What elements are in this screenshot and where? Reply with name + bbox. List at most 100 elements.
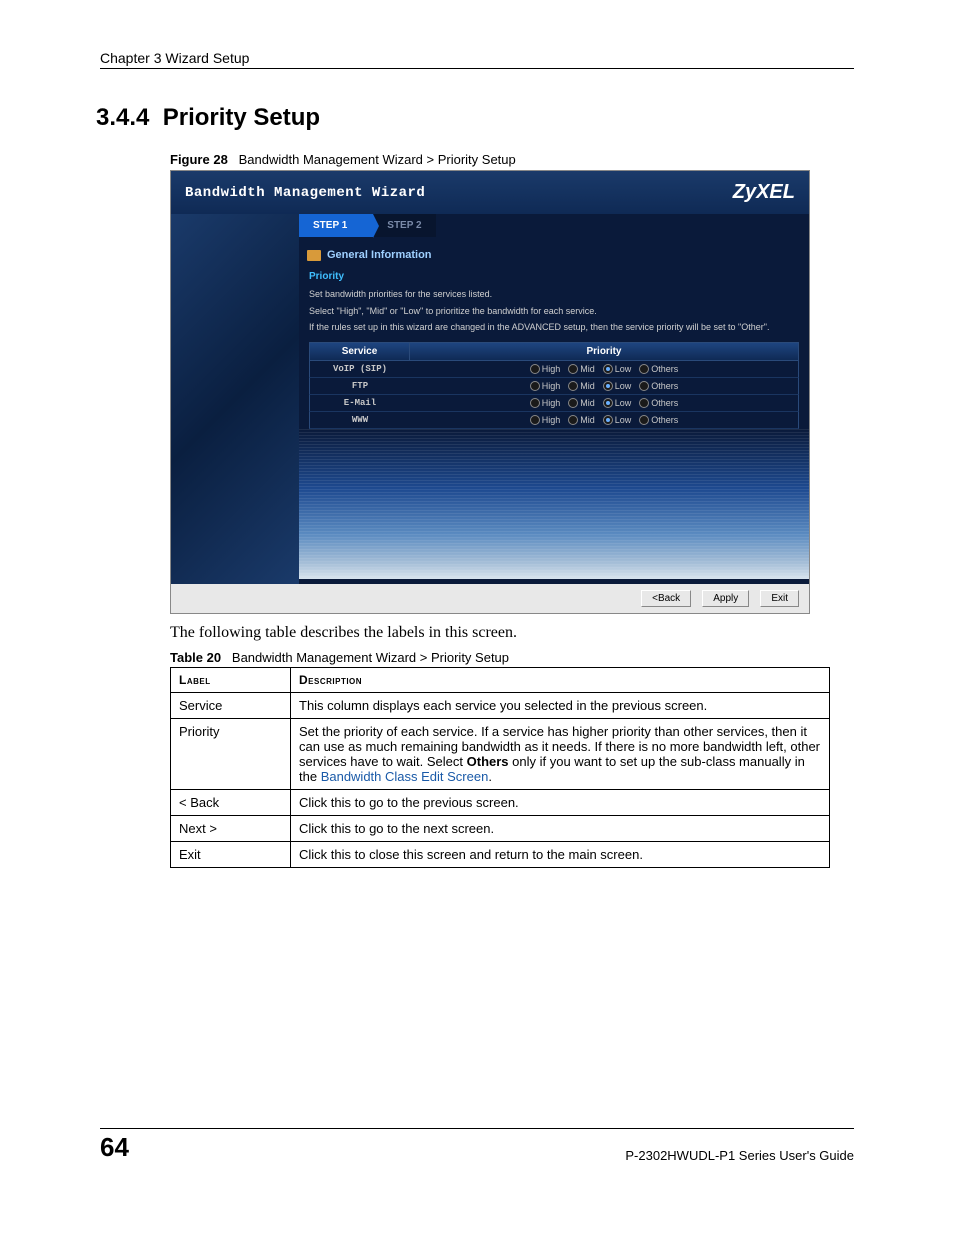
service-cell: VoIP (SIP) — [310, 361, 410, 377]
wizard-window: Bandwidth Management Wizard ZyXEL STEP 1… — [170, 170, 810, 614]
radio-others[interactable] — [639, 364, 649, 374]
table-header-row: Label Description — [171, 668, 830, 693]
guide-reference: P-2302HWUDL-P1 Series User's Guide — [625, 1148, 854, 1163]
radio-mid-label: Mid — [580, 415, 595, 425]
wizard-title-bar: Bandwidth Management Wizard ZyXEL — [171, 171, 809, 214]
wizard-body: STEP 1 STEP 2 General Information Priori… — [171, 214, 809, 584]
col-header-service: Service — [310, 343, 410, 360]
radio-low[interactable] — [603, 398, 613, 408]
radio-others-label: Others — [651, 398, 678, 408]
step-2-tab[interactable]: STEP 2 — [373, 214, 435, 237]
service-cell: E-Mail — [310, 395, 410, 411]
radio-mid[interactable] — [568, 415, 578, 425]
radio-low[interactable] — [603, 364, 613, 374]
cell-label: Exit — [171, 842, 291, 868]
table-row: Service This column displays each servic… — [171, 693, 830, 719]
radio-mid[interactable] — [568, 381, 578, 391]
priority-options: High Mid Low Others — [410, 396, 798, 410]
wizard-left-decoration — [171, 214, 299, 584]
radio-high[interactable] — [530, 364, 540, 374]
table-row: Exit Click this to close this screen and… — [171, 842, 830, 868]
description-table: Label Description Service This column di… — [170, 667, 830, 868]
wizard-main: STEP 1 STEP 2 General Information Priori… — [299, 214, 809, 584]
radio-mid-label: Mid — [580, 364, 595, 374]
priority-options: High Mid Low Others — [410, 413, 798, 427]
step-1-tab[interactable]: STEP 1 — [299, 214, 361, 237]
priority-options: High Mid Low Others — [410, 362, 798, 376]
radio-low[interactable] — [603, 381, 613, 391]
cell-desc: This column displays each service you se… — [291, 693, 830, 719]
desc-post: . — [488, 769, 492, 784]
cell-desc: Click this to close this screen and retu… — [291, 842, 830, 868]
radio-high[interactable] — [530, 415, 540, 425]
table-caption-prefix: Table 20 — [170, 650, 221, 665]
radio-low-label: Low — [615, 415, 632, 425]
radio-mid[interactable] — [568, 364, 578, 374]
figure-label-text: Bandwidth Management Wizard > Priority S… — [239, 152, 516, 167]
wizard-title-text: Bandwidth Management Wizard — [185, 185, 425, 201]
wizard-subhead: General Information — [303, 243, 809, 265]
section-heading: Priority Setup — [163, 104, 320, 131]
radio-high-label: High — [542, 415, 561, 425]
apply-button[interactable]: Apply — [702, 590, 749, 607]
step-arrow-icon — [361, 214, 373, 237]
desc-bold: Others — [467, 754, 509, 769]
radio-high[interactable] — [530, 381, 540, 391]
cell-label: < Back — [171, 790, 291, 816]
col-header-priority: Priority — [410, 343, 798, 360]
wizard-instruction-1: Set bandwidth priorities for the service… — [309, 288, 799, 301]
service-cell: WWW — [310, 412, 410, 428]
th-label: Label — [171, 668, 291, 693]
radio-high-label: High — [542, 381, 561, 391]
radio-others-label: Others — [651, 415, 678, 425]
table-row: FTP High Mid Low Others — [309, 378, 799, 395]
radio-others-label: Others — [651, 364, 678, 374]
table-caption-text: Bandwidth Management Wizard > Priority S… — [232, 650, 509, 665]
table-row: E-Mail High Mid Low Others — [309, 395, 799, 412]
wizard-footer: <Back Apply Exit — [171, 584, 809, 613]
cell-label: Priority — [171, 719, 291, 790]
radio-low-label: Low — [615, 381, 632, 391]
figure-caption: Figure 28 Bandwidth Management Wizard > … — [170, 152, 854, 167]
desc-link[interactable]: Bandwidth Class Edit Screen — [321, 769, 489, 784]
table-row: Priority Set the priority of each servic… — [171, 719, 830, 790]
radio-high-label: High — [542, 364, 561, 374]
radio-low-label: Low — [615, 364, 632, 374]
radio-mid-label: Mid — [580, 398, 595, 408]
radio-high[interactable] — [530, 398, 540, 408]
radio-others[interactable] — [639, 415, 649, 425]
page-footer: 64 P-2302HWUDL-P1 Series User's Guide — [100, 1128, 854, 1163]
radio-others-label: Others — [651, 381, 678, 391]
radio-mid[interactable] — [568, 398, 578, 408]
table-row: VoIP (SIP) High Mid Low Others — [309, 361, 799, 378]
wizard-instruction-3: If the rules set up in this wizard are c… — [309, 321, 799, 334]
table-row: < Back Click this to go to the previous … — [171, 790, 830, 816]
table-caption: Table 20 Bandwidth Management Wizard > P… — [170, 650, 854, 665]
priority-options: High Mid Low Others — [410, 379, 798, 393]
radio-high-label: High — [542, 398, 561, 408]
radio-mid-label: Mid — [580, 381, 595, 391]
section-title: 3.4.4 Priority Setup — [96, 104, 854, 132]
step-bar: STEP 1 STEP 2 — [299, 214, 809, 237]
service-cell: FTP — [310, 378, 410, 394]
priority-table-header: Service Priority — [309, 342, 799, 361]
page-number: 64 — [100, 1132, 129, 1163]
radio-others[interactable] — [639, 381, 649, 391]
wizard-gradient-filler — [299, 429, 809, 579]
chapter-header: Chapter 3 Wizard Setup — [100, 50, 854, 69]
figure-label-prefix: Figure 28 — [170, 152, 228, 167]
th-description: Description — [291, 668, 830, 693]
radio-others[interactable] — [639, 398, 649, 408]
exit-button[interactable]: Exit — [760, 590, 799, 607]
table-row: WWW High Mid Low Others — [309, 412, 799, 429]
cell-desc: Click this to go to the next screen. — [291, 816, 830, 842]
back-button[interactable]: <Back — [641, 590, 691, 607]
folder-icon — [307, 250, 321, 261]
brand-logo: ZyXEL — [733, 181, 795, 204]
wizard-subhead-text: General Information — [327, 249, 432, 261]
radio-low[interactable] — [603, 415, 613, 425]
body-paragraph: The following table describes the labels… — [170, 624, 854, 642]
cell-desc: Set the priority of each service. If a s… — [291, 719, 830, 790]
cell-label: Service — [171, 693, 291, 719]
section-number: 3.4.4 — [96, 104, 149, 131]
